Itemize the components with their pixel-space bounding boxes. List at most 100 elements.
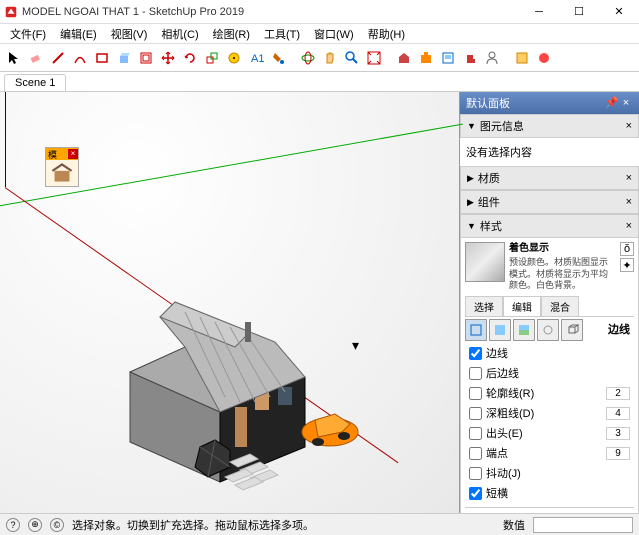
menu-file[interactable]: 文件(F) [4, 24, 52, 44]
select-tool-icon[interactable] [4, 48, 24, 68]
extension-manager-icon[interactable] [460, 48, 480, 68]
shape-tool-icon[interactable] [92, 48, 112, 68]
endpoints-value[interactable]: 9 [606, 447, 630, 460]
user-icon[interactable] [482, 48, 502, 68]
menu-draw[interactable]: 绘图(R) [207, 24, 256, 44]
eraser-tool-icon[interactable] [26, 48, 46, 68]
edges-checkbox[interactable] [469, 347, 482, 360]
edge-settings-icon[interactable] [465, 319, 487, 341]
collapse-arrow-icon: ▼ [467, 121, 476, 131]
section-styles[interactable]: ▼ 样式 × [460, 214, 639, 238]
layout-icon[interactable] [438, 48, 458, 68]
section-components[interactable]: ▶ 组件 × [460, 190, 639, 214]
menu-tools[interactable]: 工具(T) [258, 24, 306, 44]
orbit-tool-icon[interactable] [298, 48, 318, 68]
tray-pin-icon[interactable]: 📌 [605, 96, 619, 110]
back-edges-label: 后边线 [486, 365, 519, 381]
profiles-checkbox[interactable] [469, 387, 482, 400]
background-settings-icon[interactable] [513, 319, 535, 341]
pan-tool-icon[interactable] [320, 48, 340, 68]
pushpull-tool-icon[interactable] [114, 48, 134, 68]
extension-warehouse-icon[interactable] [416, 48, 436, 68]
zoom-extents-icon[interactable] [364, 48, 384, 68]
line-tool-icon[interactable] [48, 48, 68, 68]
help-icon[interactable]: ? [6, 518, 20, 532]
extension-label: 出头(E) [486, 425, 523, 441]
style-thumbnail[interactable] [465, 242, 505, 282]
section-materials[interactable]: ▶ 材质 × [460, 166, 639, 190]
model-palette-label: 模 [48, 148, 57, 161]
minimize-button[interactable]: ─ [519, 0, 559, 24]
endpoints-checkbox[interactable] [469, 447, 482, 460]
modeling-settings-icon[interactable] [561, 319, 583, 341]
scene-tab-1[interactable]: Scene 1 [4, 74, 66, 91]
plugin-1-icon[interactable] [512, 48, 532, 68]
section-close-icon[interactable]: × [626, 220, 632, 232]
zoom-tool-icon[interactable] [342, 48, 362, 68]
profiles-label: 轮廓线(R) [486, 385, 534, 401]
cursor-icon: ▾ [352, 337, 359, 354]
status-hint: 选择对象。切换到扩充选择。拖动鼠标选择多项。 [72, 517, 314, 533]
tape-tool-icon[interactable] [224, 48, 244, 68]
edges-heading: 边线 [604, 319, 634, 341]
app-icon [4, 5, 18, 19]
collapse-arrow-icon: ▼ [467, 221, 476, 231]
menu-camera[interactable]: 相机(C) [155, 24, 204, 44]
plugin-2-icon[interactable] [534, 48, 554, 68]
axis-blue [5, 92, 6, 187]
menu-window[interactable]: 窗口(W) [308, 24, 360, 44]
rotate-tool-icon[interactable] [180, 48, 200, 68]
section-entity-info[interactable]: ▼ 图元信息 × [460, 114, 639, 138]
tray-title[interactable]: 默认面板 📌 × [460, 92, 639, 114]
subtab-select[interactable]: 选择 [465, 296, 503, 316]
back-edges-checkbox[interactable] [469, 367, 482, 380]
section-close-icon[interactable]: × [626, 196, 632, 208]
scene-tabs: Scene 1 [0, 72, 639, 92]
section-close-icon[interactable]: × [626, 172, 632, 184]
close-button[interactable]: ✕ [599, 0, 639, 24]
house-model[interactable] [100, 252, 380, 492]
subtab-mix[interactable]: 混合 [541, 296, 579, 316]
dashes-checkbox[interactable] [469, 487, 482, 500]
offset-tool-icon[interactable] [136, 48, 156, 68]
expand-arrow-icon: ▶ [467, 197, 474, 208]
model-palette[interactable]: 模× [45, 147, 79, 187]
model-palette-close-icon[interactable]: × [68, 149, 78, 159]
title-bar: MODEL NGOAI THAT 1 - SketchUp Pro 2019 ─… [0, 0, 639, 24]
menu-help[interactable]: 帮助(H) [362, 24, 411, 44]
value-input[interactable] [533, 517, 633, 533]
subtab-edit[interactable]: 编辑 [503, 296, 541, 316]
styles-label: 样式 [480, 218, 502, 234]
maximize-button[interactable]: ☐ [559, 0, 599, 24]
paint-tool-icon[interactable] [268, 48, 288, 68]
profiles-value[interactable]: 2 [606, 387, 630, 400]
credit-icon[interactable]: © [50, 518, 64, 532]
menu-view[interactable]: 视图(V) [105, 24, 154, 44]
materials-label: 材质 [478, 170, 500, 186]
tray-title-label: 默认面板 [466, 95, 510, 111]
depth-cue-checkbox[interactable] [469, 407, 482, 420]
depth-value[interactable]: 4 [606, 407, 630, 420]
section-close-icon[interactable]: × [626, 120, 632, 132]
jitter-checkbox[interactable] [469, 467, 482, 480]
style-update-icon[interactable]: ŏ [620, 242, 634, 256]
svg-text:A1: A1 [251, 53, 264, 65]
entity-info-body: 没有选择内容 [460, 138, 639, 166]
extension-checkbox[interactable] [469, 427, 482, 440]
tray-close-icon[interactable]: × [619, 96, 633, 110]
extension-value[interactable]: 3 [606, 427, 630, 440]
text-tool-icon[interactable]: A1 [246, 48, 266, 68]
face-settings-icon[interactable] [489, 319, 511, 341]
viewport-3d[interactable]: 模× [0, 92, 459, 513]
style-new-icon[interactable]: ✦ [620, 258, 634, 272]
status-bar: ? ⊕ © 选择对象。切换到扩充选择。拖动鼠标选择多项。 数值 [0, 513, 639, 535]
move-tool-icon[interactable] [158, 48, 178, 68]
warehouse-icon[interactable] [394, 48, 414, 68]
arc-tool-icon[interactable] [70, 48, 90, 68]
scale-tool-icon[interactable] [202, 48, 222, 68]
entity-info-label: 图元信息 [480, 118, 524, 134]
menu-edit[interactable]: 编辑(E) [54, 24, 103, 44]
dashes-label: 短横 [486, 485, 508, 501]
geo-icon[interactable]: ⊕ [28, 518, 42, 532]
watermark-settings-icon[interactable] [537, 319, 559, 341]
